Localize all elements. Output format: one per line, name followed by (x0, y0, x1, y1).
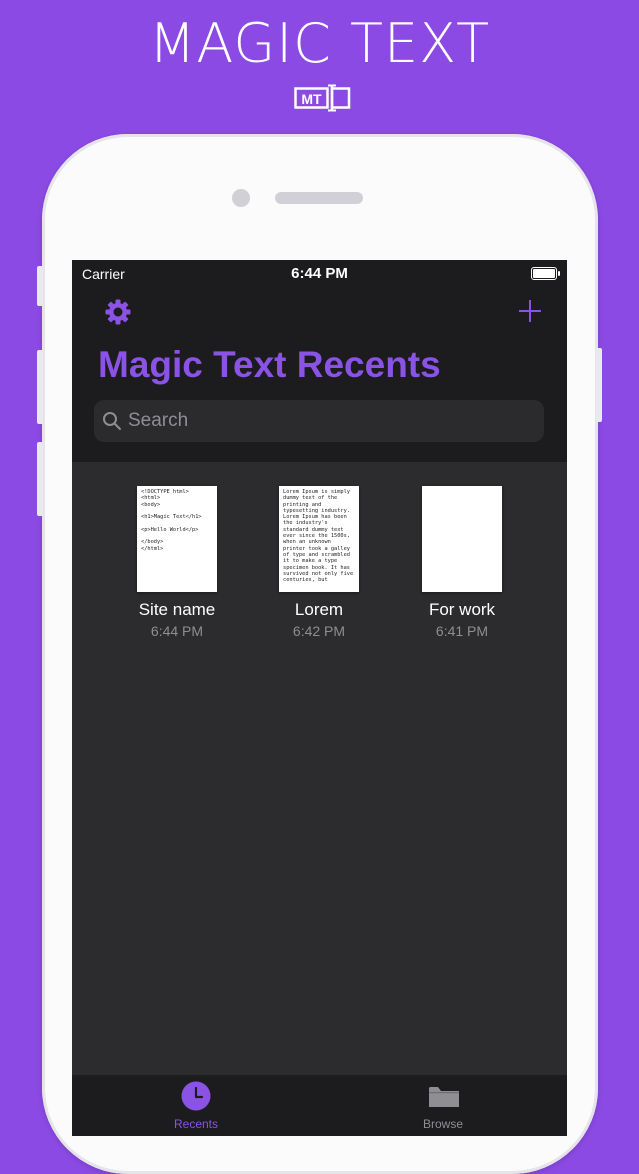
document-name: Lorem (294, 600, 344, 619)
tab-label-recents: Recents (173, 1117, 219, 1131)
document-item[interactable]: For work 6:41 PM (391, 486, 533, 639)
document-item[interactable]: <!DOCTYPE html> <html> <body> <h1>Magic … (106, 486, 248, 639)
logo-text: MT (301, 91, 322, 107)
document-name: For work (428, 600, 496, 619)
navigation-bar: Magic Text Recents Search (72, 288, 567, 462)
document-thumbnail: <!DOCTYPE html> <html> <body> <h1>Magic … (137, 486, 217, 592)
document-thumbnail: Lorem Ipsum is simply dummy text of the … (279, 486, 359, 592)
phone-power-button (596, 348, 602, 422)
tab-recents[interactable]: Recents (72, 1075, 320, 1136)
clock-icon (181, 1081, 211, 1111)
front-camera (232, 189, 250, 207)
phone-volume-down-button (37, 442, 43, 516)
document-name: Site name (138, 600, 216, 619)
page-title: Magic Text Recents (98, 344, 441, 385)
add-document-icon[interactable] (515, 296, 545, 326)
status-bar: Carrier 6:44 PM (72, 260, 567, 288)
document-preview-text: <!DOCTYPE html> <html> <body> <h1>Magic … (141, 489, 202, 552)
document-time: 6:42 PM (292, 623, 346, 639)
phone-side-button (37, 266, 43, 306)
promo-title: MAGIC TEXT (148, 12, 491, 75)
earpiece-speaker (275, 192, 363, 204)
tab-label-browse: Browse (422, 1117, 463, 1131)
document-thumbnail (422, 486, 502, 592)
document-item[interactable]: Lorem Ipsum is simply dummy text of the … (248, 486, 390, 639)
document-time: 6:44 PM (150, 623, 204, 639)
folder-icon (429, 1087, 459, 1107)
tab-bar: Recents Browse (72, 1075, 567, 1136)
settings-gear-icon[interactable] (102, 296, 134, 328)
search-placeholder: Search (128, 410, 189, 431)
search-field[interactable]: Search (94, 400, 544, 442)
status-time: 6:44 PM (291, 265, 348, 282)
document-time: 6:41 PM (435, 623, 489, 639)
phone-volume-up-button (37, 350, 43, 424)
tab-browse[interactable]: Browse (319, 1075, 567, 1136)
battery-icon (531, 267, 560, 280)
document-preview-text (422, 486, 502, 492)
document-preview-text: Lorem Ipsum is simply dummy text of the … (283, 489, 357, 584)
app-screen: Carrier 6:44 PM Magic Text Recents Searc… (72, 260, 567, 1136)
magic-text-logo-icon: MT (294, 84, 351, 112)
search-icon (103, 412, 121, 430)
